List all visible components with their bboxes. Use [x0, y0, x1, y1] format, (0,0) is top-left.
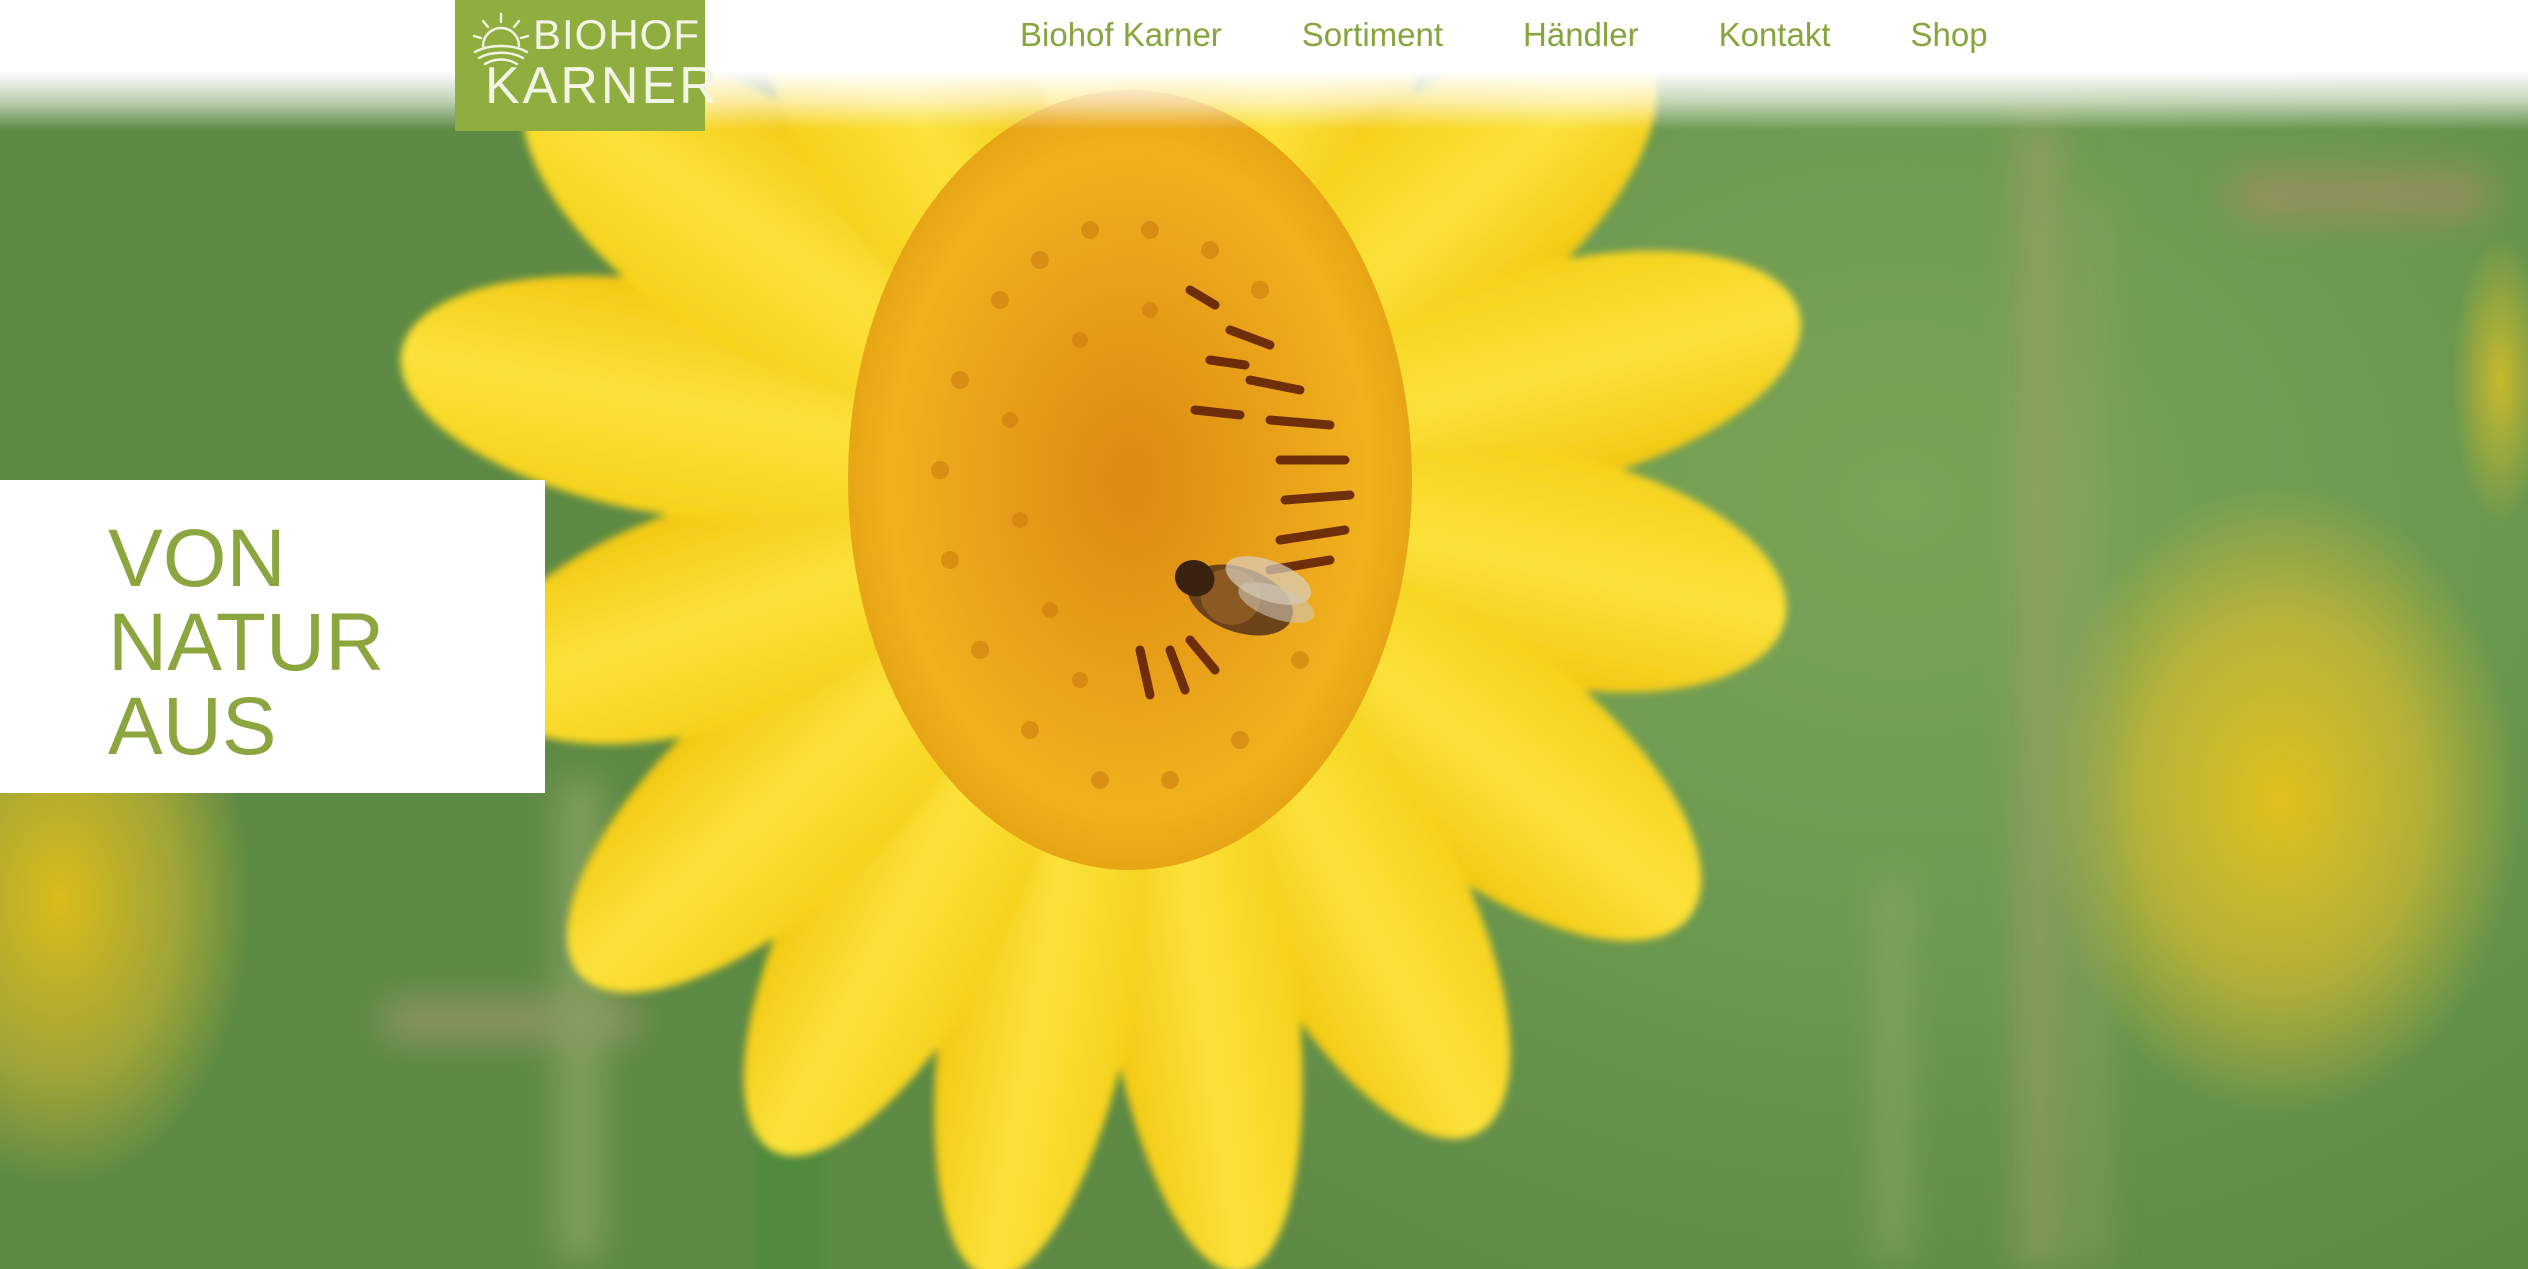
page: BIOHOF KARNER Biohof Karner Sortiment Hä…	[0, 0, 2528, 1269]
logo-text-top: BIOHOF	[533, 11, 701, 58]
nav-item-kontakt[interactable]: Kontakt	[1719, 12, 1831, 58]
logo-text-bottom: KARNER	[485, 57, 720, 115]
hero-slogan-box: VON NATUR AUS	[0, 480, 545, 793]
nav-item-haendler[interactable]: Händler	[1523, 12, 1639, 58]
site-logo[interactable]: BIOHOF KARNER	[455, 0, 717, 131]
main-navigation: Biohof Karner Sortiment Händler Kontakt …	[1020, 12, 1988, 58]
nav-item-sortiment[interactable]: Sortiment	[1302, 12, 1443, 58]
hero-slogan-line-1: VON	[108, 513, 286, 604]
nav-item-biohof-karner[interactable]: Biohof Karner	[1020, 12, 1222, 58]
nav-item-shop[interactable]: Shop	[1911, 12, 1988, 58]
hero-slogan-line-3: AUS	[108, 681, 277, 772]
hero-slogan-line-2: NATUR	[108, 597, 385, 688]
